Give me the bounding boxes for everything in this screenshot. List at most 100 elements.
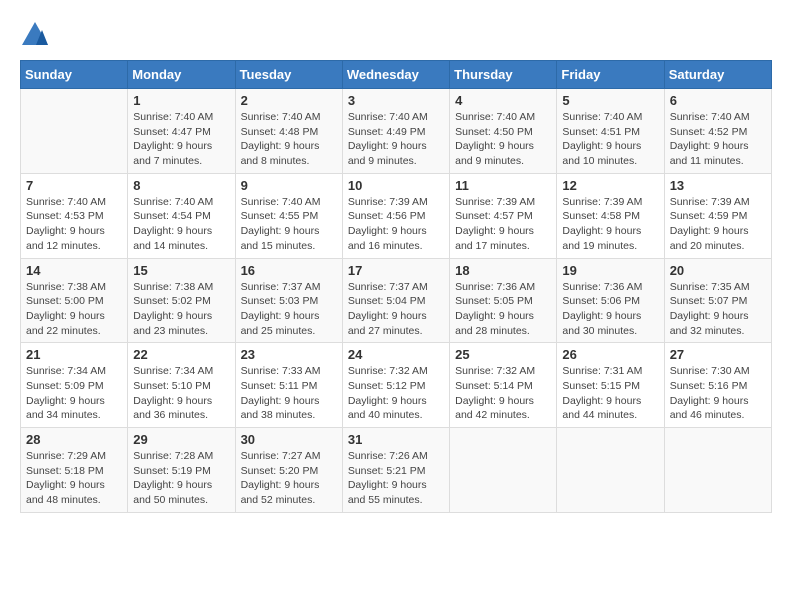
day-cell: 4 Sunrise: 7:40 AM Sunset: 4:50 PM Daylig… [450, 89, 557, 174]
day-number: 16 [241, 263, 337, 278]
day-number: 26 [562, 347, 658, 362]
day-cell: 19 Sunrise: 7:36 AM Sunset: 5:06 PM Dayli… [557, 258, 664, 343]
day-cell: 25 Sunrise: 7:32 AM Sunset: 5:14 PM Dayli… [450, 343, 557, 428]
day-number: 27 [670, 347, 766, 362]
day-number: 1 [133, 93, 229, 108]
day-cell: 22 Sunrise: 7:34 AM Sunset: 5:10 PM Dayli… [128, 343, 235, 428]
day-info: Sunrise: 7:40 AM Sunset: 4:47 PM Dayligh… [133, 110, 229, 169]
column-header-sunday: Sunday [21, 61, 128, 89]
day-number: 10 [348, 178, 444, 193]
day-cell: 28Sunrise: 7:29 AM Sunset: 5:18 PM Dayli… [21, 428, 128, 513]
day-number: 2 [241, 93, 337, 108]
day-number: 8 [133, 178, 229, 193]
day-number: 20 [670, 263, 766, 278]
day-info: Sunrise: 7:34 AM Sunset: 5:10 PM Dayligh… [133, 364, 229, 423]
day-cell: 10Sunrise: 7:39 AM Sunset: 4:56 PM Dayli… [342, 173, 449, 258]
day-cell: 8Sunrise: 7:40 AM Sunset: 4:54 PM Daylig… [128, 173, 235, 258]
day-info: Sunrise: 7:29 AM Sunset: 5:18 PM Dayligh… [26, 449, 122, 508]
day-cell: 26Sunrise: 7:31 AM Sunset: 5:15 PM Dayli… [557, 343, 664, 428]
week-row-5: 28Sunrise: 7:29 AM Sunset: 5:18 PM Dayli… [21, 428, 772, 513]
logo [20, 20, 56, 50]
day-number: 3 [348, 93, 444, 108]
page-header [20, 20, 772, 50]
day-cell: 6 Sunrise: 7:40 AM Sunset: 4:52 PM Daylig… [664, 89, 771, 174]
day-info: Sunrise: 7:39 AM Sunset: 4:58 PM Dayligh… [562, 195, 658, 254]
day-info: Sunrise: 7:38 AM Sunset: 5:02 PM Dayligh… [133, 280, 229, 339]
column-header-tuesday: Tuesday [235, 61, 342, 89]
day-info: Sunrise: 7:39 AM Sunset: 4:59 PM Dayligh… [670, 195, 766, 254]
column-header-wednesday: Wednesday [342, 61, 449, 89]
logo-icon [20, 20, 50, 50]
column-header-thursday: Thursday [450, 61, 557, 89]
day-info: Sunrise: 7:32 AM Sunset: 5:12 PM Dayligh… [348, 364, 444, 423]
day-cell: 20 Sunrise: 7:35 AM Sunset: 5:07 PM Dayli… [664, 258, 771, 343]
week-row-2: 7 Sunrise: 7:40 AM Sunset: 4:53 PM Daylig… [21, 173, 772, 258]
day-cell: 24Sunrise: 7:32 AM Sunset: 5:12 PM Dayli… [342, 343, 449, 428]
day-number: 5 [562, 93, 658, 108]
day-info: Sunrise: 7:37 AM Sunset: 5:03 PM Dayligh… [241, 280, 337, 339]
day-cell: 13 Sunrise: 7:39 AM Sunset: 4:59 PM Dayli… [664, 173, 771, 258]
week-row-4: 21 Sunrise: 7:34 AM Sunset: 5:09 PM Dayli… [21, 343, 772, 428]
day-cell: 5 Sunrise: 7:40 AM Sunset: 4:51 PM Daylig… [557, 89, 664, 174]
day-info: Sunrise: 7:39 AM Sunset: 4:57 PM Dayligh… [455, 195, 551, 254]
day-cell: 12 Sunrise: 7:39 AM Sunset: 4:58 PM Dayli… [557, 173, 664, 258]
day-cell: 30 Sunrise: 7:27 AM Sunset: 5:20 PM Dayli… [235, 428, 342, 513]
day-info: Sunrise: 7:40 AM Sunset: 4:50 PM Dayligh… [455, 110, 551, 169]
day-cell: 29 Sunrise: 7:28 AM Sunset: 5:19 PM Dayli… [128, 428, 235, 513]
day-number: 22 [133, 347, 229, 362]
day-info: Sunrise: 7:30 AM Sunset: 5:16 PM Dayligh… [670, 364, 766, 423]
day-cell [557, 428, 664, 513]
day-number: 21 [26, 347, 122, 362]
day-cell: 1 Sunrise: 7:40 AM Sunset: 4:47 PM Daylig… [128, 89, 235, 174]
column-header-monday: Monday [128, 61, 235, 89]
day-info: Sunrise: 7:40 AM Sunset: 4:48 PM Dayligh… [241, 110, 337, 169]
column-header-saturday: Saturday [664, 61, 771, 89]
day-cell [21, 89, 128, 174]
day-number: 17 [348, 263, 444, 278]
day-info: Sunrise: 7:36 AM Sunset: 5:06 PM Dayligh… [562, 280, 658, 339]
day-info: Sunrise: 7:26 AM Sunset: 5:21 PM Dayligh… [348, 449, 444, 508]
day-cell: 18Sunrise: 7:36 AM Sunset: 5:05 PM Dayli… [450, 258, 557, 343]
column-header-friday: Friday [557, 61, 664, 89]
day-cell: 15 Sunrise: 7:38 AM Sunset: 5:02 PM Dayli… [128, 258, 235, 343]
day-cell: 9Sunrise: 7:40 AM Sunset: 4:55 PM Daylig… [235, 173, 342, 258]
day-info: Sunrise: 7:32 AM Sunset: 5:14 PM Dayligh… [455, 364, 551, 423]
day-number: 30 [241, 432, 337, 447]
day-number: 7 [26, 178, 122, 193]
day-info: Sunrise: 7:27 AM Sunset: 5:20 PM Dayligh… [241, 449, 337, 508]
day-cell: 7 Sunrise: 7:40 AM Sunset: 4:53 PM Daylig… [21, 173, 128, 258]
calendar-table: SundayMondayTuesdayWednesdayThursdayFrid… [20, 60, 772, 513]
day-number: 4 [455, 93, 551, 108]
day-cell: 17 Sunrise: 7:37 AM Sunset: 5:04 PM Dayli… [342, 258, 449, 343]
day-info: Sunrise: 7:35 AM Sunset: 5:07 PM Dayligh… [670, 280, 766, 339]
day-cell: 23 Sunrise: 7:33 AM Sunset: 5:11 PM Dayli… [235, 343, 342, 428]
day-info: Sunrise: 7:37 AM Sunset: 5:04 PM Dayligh… [348, 280, 444, 339]
day-number: 13 [670, 178, 766, 193]
day-number: 25 [455, 347, 551, 362]
day-number: 6 [670, 93, 766, 108]
day-number: 29 [133, 432, 229, 447]
day-info: Sunrise: 7:40 AM Sunset: 4:51 PM Dayligh… [562, 110, 658, 169]
day-cell: 16 Sunrise: 7:37 AM Sunset: 5:03 PM Dayli… [235, 258, 342, 343]
day-info: Sunrise: 7:40 AM Sunset: 4:53 PM Dayligh… [26, 195, 122, 254]
day-number: 18 [455, 263, 551, 278]
day-cell: 2 Sunrise: 7:40 AM Sunset: 4:48 PM Daylig… [235, 89, 342, 174]
day-info: Sunrise: 7:33 AM Sunset: 5:11 PM Dayligh… [241, 364, 337, 423]
day-cell: 11Sunrise: 7:39 AM Sunset: 4:57 PM Dayli… [450, 173, 557, 258]
day-number: 12 [562, 178, 658, 193]
week-row-1: 1 Sunrise: 7:40 AM Sunset: 4:47 PM Daylig… [21, 89, 772, 174]
day-number: 23 [241, 347, 337, 362]
day-info: Sunrise: 7:38 AM Sunset: 5:00 PM Dayligh… [26, 280, 122, 339]
day-info: Sunrise: 7:40 AM Sunset: 4:49 PM Dayligh… [348, 110, 444, 169]
week-row-3: 14Sunrise: 7:38 AM Sunset: 5:00 PM Dayli… [21, 258, 772, 343]
day-info: Sunrise: 7:34 AM Sunset: 5:09 PM Dayligh… [26, 364, 122, 423]
day-cell: 31Sunrise: 7:26 AM Sunset: 5:21 PM Dayli… [342, 428, 449, 513]
day-cell: 3 Sunrise: 7:40 AM Sunset: 4:49 PM Daylig… [342, 89, 449, 174]
day-number: 15 [133, 263, 229, 278]
day-cell [664, 428, 771, 513]
day-info: Sunrise: 7:40 AM Sunset: 4:52 PM Dayligh… [670, 110, 766, 169]
day-number: 9 [241, 178, 337, 193]
header-row: SundayMondayTuesdayWednesdayThursdayFrid… [21, 61, 772, 89]
day-info: Sunrise: 7:28 AM Sunset: 5:19 PM Dayligh… [133, 449, 229, 508]
day-number: 19 [562, 263, 658, 278]
